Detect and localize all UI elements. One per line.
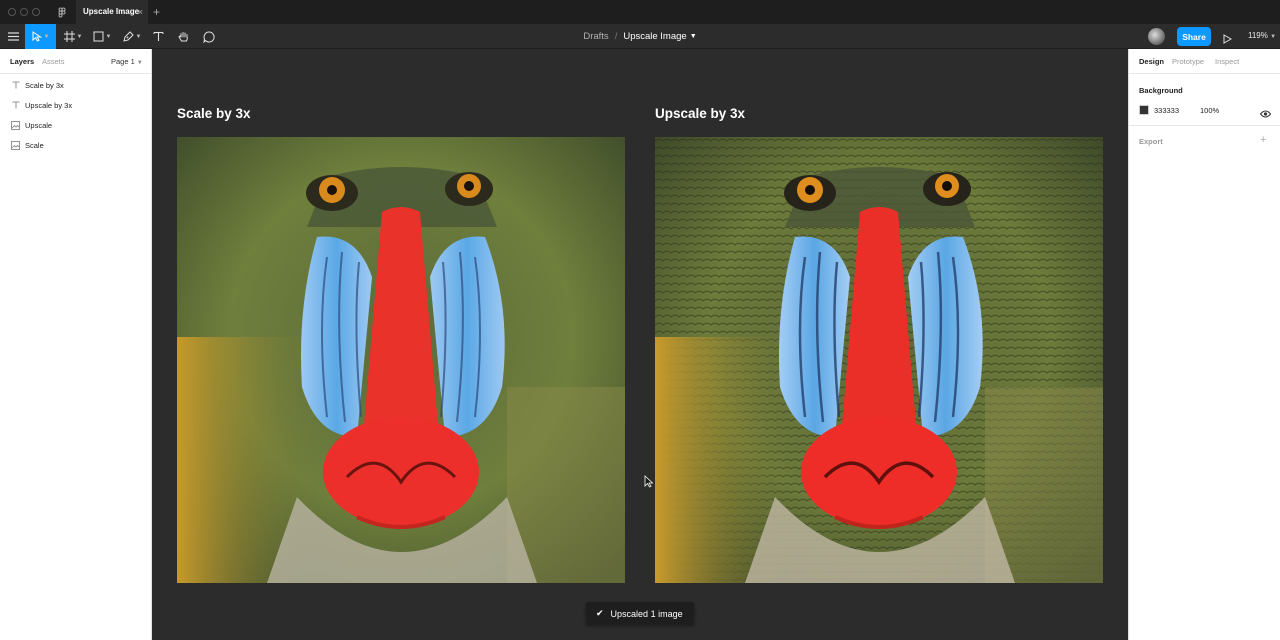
- page-name: Page 1: [111, 57, 135, 66]
- section-divider: [1129, 125, 1280, 126]
- share-button[interactable]: Share: [1177, 27, 1211, 46]
- close-window-button[interactable]: [8, 8, 16, 16]
- breadcrumb-separator: /: [614, 31, 618, 42]
- pen-icon: [122, 31, 134, 42]
- avatar[interactable]: [1148, 28, 1165, 45]
- canvas[interactable]: Scale by 3x Upscale by 3x ✔ Upscaled 1 i…: [152, 49, 1128, 640]
- chevron-down-icon: ▼: [76, 33, 83, 40]
- image-layer-icon: [11, 140, 20, 150]
- text-layer-icon: [11, 101, 20, 110]
- chevron-down-icon: ▼: [136, 60, 143, 66]
- text-layer-icon: [11, 81, 20, 90]
- present-button[interactable]: [1223, 31, 1233, 49]
- export-section-title: Export: [1139, 137, 1163, 146]
- shape-tool-button[interactable]: ▼: [90, 24, 114, 49]
- image-layer-icon: [11, 120, 20, 130]
- hand-icon: [178, 31, 190, 43]
- eye-icon: [1259, 105, 1272, 122]
- toast-message: Upscaled 1 image: [610, 608, 683, 619]
- layer-label: Upscale: [25, 120, 53, 130]
- mouse-cursor-icon: [644, 475, 654, 493]
- layer-label: Scale: [25, 140, 44, 150]
- chevron-down-icon: ▼: [1270, 34, 1277, 40]
- add-export-button[interactable]: +: [1260, 134, 1266, 146]
- zoom-level: 119%: [1248, 31, 1268, 40]
- rectangle-icon: [93, 31, 104, 42]
- scaled-image[interactable]: [177, 137, 625, 583]
- comment-tool-button[interactable]: [201, 24, 217, 49]
- hand-tool-button[interactable]: [176, 24, 192, 49]
- layer-item-scale[interactable]: Scale: [0, 135, 151, 155]
- tab-inspect[interactable]: Inspect: [1215, 57, 1239, 66]
- text-tool-button[interactable]: [150, 24, 166, 49]
- background-color-swatch[interactable]: [1139, 105, 1149, 115]
- toolbar: ▼ ▼ ▼ ▼ Drafts / Upscale Image ▼ Share 1…: [0, 24, 1280, 49]
- move-tool-button[interactable]: ▼: [25, 24, 56, 49]
- checkmark-icon: ✔: [596, 608, 604, 618]
- status-toast: ✔ Upscaled 1 image: [586, 602, 694, 625]
- tab-upscale-image[interactable]: Upscale Image ×: [76, 0, 148, 24]
- tab-prototype[interactable]: Prototype: [1172, 57, 1204, 66]
- page-selector[interactable]: Page 1 ▼: [111, 57, 143, 66]
- design-panel: Design Prototype Inspect Background 3333…: [1128, 49, 1280, 640]
- right-panel-tabs: Design Prototype Inspect: [1129, 49, 1280, 74]
- chevron-down-icon[interactable]: ▼: [690, 33, 697, 40]
- move-icon: [32, 31, 42, 42]
- left-panel-tabs: Layers Assets Page 1 ▼: [0, 49, 151, 74]
- tab-layers[interactable]: Layers: [10, 57, 34, 66]
- main-menu-button[interactable]: [4, 24, 22, 49]
- frame-icon: [63, 31, 75, 42]
- frame-label-upscale[interactable]: Upscale by 3x: [655, 106, 745, 121]
- layer-item-upscale-by-3x[interactable]: Upscale by 3x: [0, 95, 151, 115]
- layers-panel: Layers Assets Page 1 ▼ Scale by 3x Upsca…: [0, 49, 152, 640]
- app-window: Upscale Image × + ▼ ▼ ▼ ▼ Drafts / Upsca…: [0, 0, 1280, 640]
- visibility-toggle[interactable]: [1259, 105, 1272, 123]
- tab-bar: Upscale Image × +: [0, 0, 1280, 24]
- chevron-down-icon: ▼: [105, 33, 112, 40]
- layer-label: Scale by 3x: [25, 80, 64, 90]
- background-opacity-input[interactable]: 100%: [1200, 106, 1219, 115]
- layer-item-upscale[interactable]: Upscale: [0, 115, 151, 135]
- chevron-down-icon: ▼: [135, 33, 142, 40]
- tab-close-icon[interactable]: ×: [138, 0, 143, 24]
- menu-icon: [7, 32, 19, 41]
- frame-tool-button[interactable]: ▼: [61, 24, 85, 49]
- pen-tool-button[interactable]: ▼: [120, 24, 144, 49]
- layer-item-scale-by-3x[interactable]: Scale by 3x: [0, 75, 151, 95]
- layer-label: Upscale by 3x: [25, 100, 73, 110]
- background-section-title: Background: [1139, 86, 1183, 95]
- zoom-menu[interactable]: 119% ▼: [1248, 31, 1276, 40]
- new-tab-button[interactable]: +: [153, 4, 160, 20]
- file-name-menu[interactable]: Upscale Image: [623, 31, 686, 42]
- tab-assets[interactable]: Assets: [42, 57, 65, 66]
- play-icon: [1223, 31, 1233, 48]
- upscaled-image[interactable]: [655, 137, 1103, 583]
- frame-label-scale[interactable]: Scale by 3x: [177, 106, 251, 121]
- tab-design[interactable]: Design: [1139, 57, 1164, 66]
- chevron-down-icon: ▼: [43, 33, 50, 40]
- background-hex-input[interactable]: 333333: [1154, 106, 1179, 115]
- tab-title: Upscale Image: [83, 7, 140, 16]
- comment-icon: [203, 30, 215, 43]
- breadcrumb-drafts[interactable]: Drafts: [583, 31, 608, 42]
- minimize-window-button[interactable]: [20, 8, 28, 16]
- breadcrumb: Drafts / Upscale Image ▼: [0, 24, 1280, 49]
- figma-logo-icon[interactable]: [56, 6, 68, 18]
- maximize-window-button[interactable]: [32, 8, 40, 16]
- text-icon: [152, 31, 164, 42]
